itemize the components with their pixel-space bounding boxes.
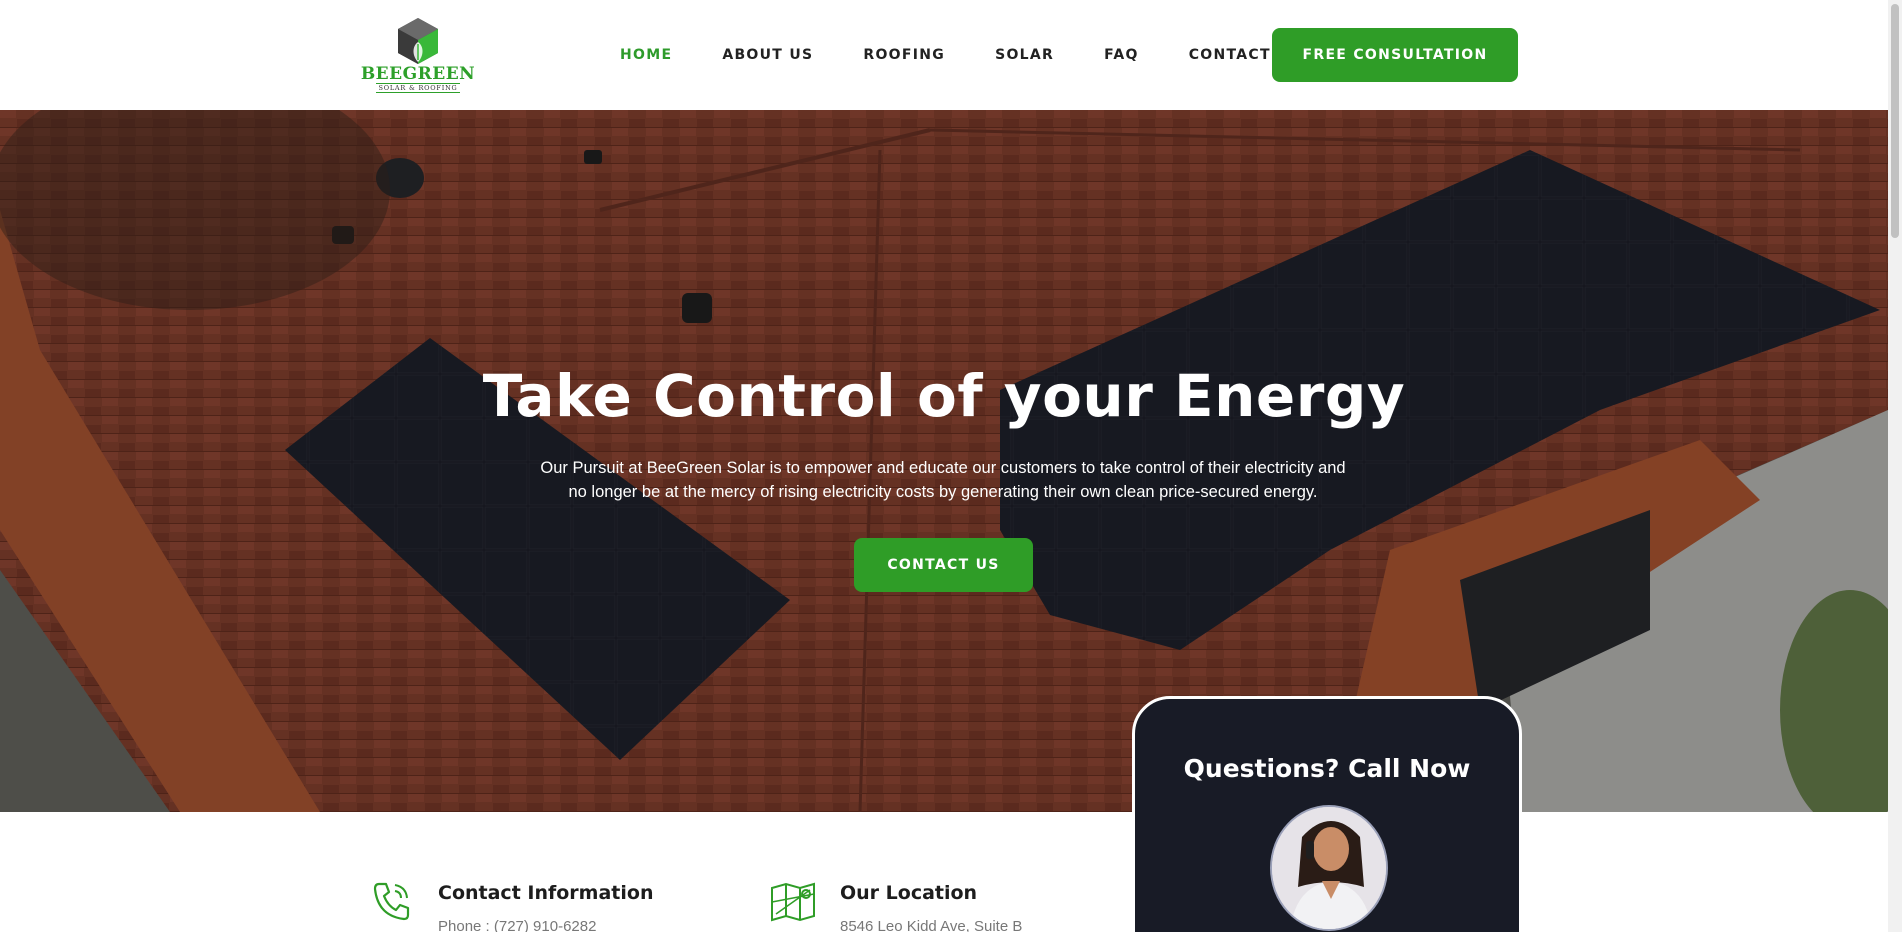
main-nav: HOME ABOUT US ROOFING SOLAR FAQ CONTACT … [600, 0, 1351, 110]
hero-description: Our Pursuit at BeeGreen Solar is to empo… [540, 459, 1346, 501]
nav-home[interactable]: HOME [620, 47, 672, 63]
site-header: BEEGREEN SOLAR & ROOFING HOME ABOUT US R… [0, 0, 1888, 110]
phone-icon [373, 882, 410, 921]
location-title: Our Location [840, 882, 978, 904]
nav-solar[interactable]: SOLAR [995, 47, 1054, 63]
info-strip: Contact Information Phone : (727) 910-62… [0, 812, 1888, 932]
agent-avatar [1270, 805, 1388, 931]
contact-phone[interactable]: Phone : (727) 910-6282 [438, 918, 596, 932]
logo-hexagon-icon [398, 18, 438, 64]
contact-information-title: Contact Information [438, 882, 654, 904]
logo[interactable]: BEEGREEN SOLAR & ROOFING [361, 16, 475, 96]
scrollbar-thumb[interactable] [1891, 4, 1899, 238]
page: BEEGREEN SOLAR & ROOFING HOME ABOUT US R… [0, 0, 1902, 932]
logo-tagline: SOLAR & ROOFING [376, 83, 460, 93]
page-scrollbar[interactable] [1888, 0, 1902, 932]
hero-section: Take Control of your Energy Our Pursuit … [0, 110, 1888, 812]
logo-wordmark: BEEGREEN [360, 64, 476, 84]
call-now-card: Questions? Call Now [1132, 696, 1522, 932]
call-card-title: Questions? Call Now [1183, 754, 1471, 783]
map-icon [771, 882, 815, 922]
nav-about-us[interactable]: ABOUT US [722, 47, 813, 63]
agent-photo [1272, 807, 1386, 929]
location-address: 8546 Leo Kidd Ave, Suite B [840, 918, 1023, 932]
hero-contact-us-button[interactable]: CONTACT US [854, 538, 1033, 592]
nav-faq[interactable]: FAQ [1104, 47, 1139, 63]
hero-title: Take Control of your Energy [482, 362, 1406, 430]
nav-roofing[interactable]: ROOFING [863, 47, 945, 63]
free-consultation-button[interactable]: FREE CONSULTATION [1272, 28, 1518, 82]
